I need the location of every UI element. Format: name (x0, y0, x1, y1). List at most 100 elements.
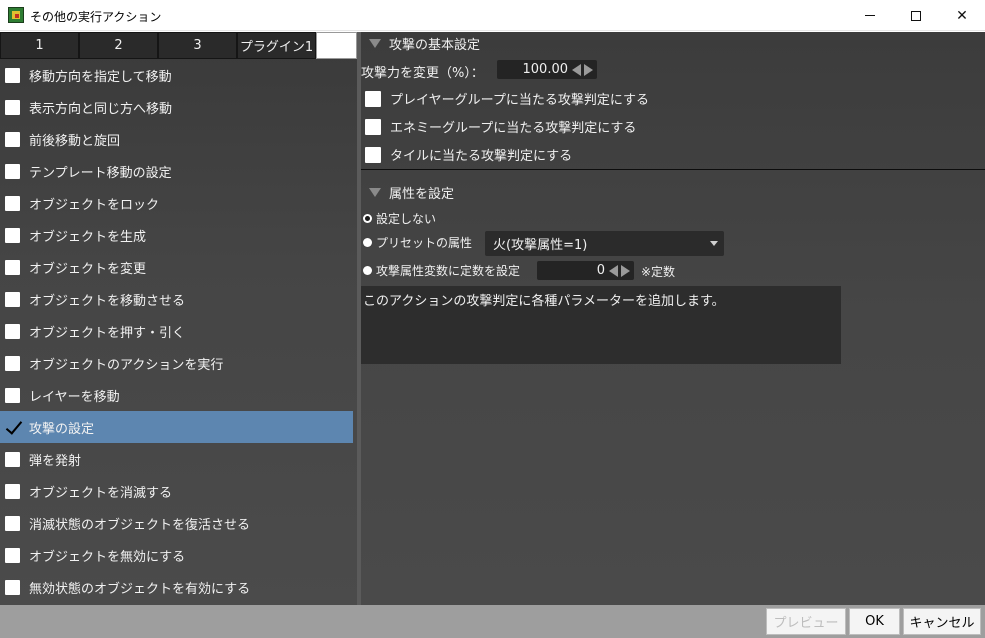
option-label: タイルに当たる攻撃判定にする (390, 149, 573, 164)
maximize-button[interactable] (893, 0, 939, 31)
tab-1[interactable]: 1 (0, 32, 79, 59)
action-item[interactable]: 無効状態のオブジェクトを有効にする (0, 571, 353, 603)
action-label: オブジェクトを無効にする (29, 549, 186, 565)
attribute-header[interactable]: 属性を設定 (369, 183, 454, 202)
variable-value[interactable]: 0 (537, 263, 609, 278)
tab-2[interactable]: 2 (79, 32, 158, 59)
checkbox[interactable] (5, 483, 20, 499)
action-item-selected[interactable]: 攻撃の設定 (0, 411, 353, 443)
action-item[interactable]: 表示方向と同じ方へ移動 (0, 91, 353, 123)
action-item[interactable]: 移動方向を指定して移動 (0, 59, 353, 91)
checkbox[interactable] (5, 387, 20, 403)
section-divider (361, 169, 985, 170)
action-label: レイヤーを移動 (29, 389, 120, 405)
checkbox[interactable] (5, 451, 20, 467)
close-button[interactable]: ✕ (939, 0, 985, 31)
action-label: オブジェクトを消滅する (29, 485, 173, 501)
minimize-button[interactable] (847, 0, 893, 31)
attack-power-value[interactable]: 100.00 (497, 62, 572, 77)
tab-plugin1[interactable]: プラグイン1 (237, 32, 316, 59)
radio-no-setting[interactable]: 設定しない (363, 210, 436, 227)
checkbox[interactable] (5, 515, 20, 531)
radio-variable[interactable]: 攻撃属性変数に定数を設定 (363, 262, 520, 279)
checkbox[interactable] (5, 227, 20, 243)
tile-option[interactable]: タイルに当たる攻撃判定にする (365, 145, 572, 164)
action-label: オブジェクトを変更 (29, 261, 147, 277)
tab-3[interactable]: 3 (158, 32, 237, 59)
action-item[interactable]: 消滅状態のオブジェクトを復活させる (0, 507, 353, 539)
player-group-option[interactable]: プレイヤーグループに当たる攻撃判定にする (365, 89, 649, 108)
minimize-icon (865, 15, 875, 16)
settings-panel: 攻撃の基本設定 攻撃力を変更（%）： 100.00 プレイヤーグループに当たる攻… (361, 32, 985, 605)
checkbox[interactable] (5, 99, 20, 115)
collapse-triangle-icon (369, 188, 381, 197)
dialog-body: 1 2 3 プラグイン1 移動方向を指定して移動 表示方向と同じ方へ移動 前後移… (0, 32, 985, 638)
action-label: 無効状態のオブジェクトを有効にする (29, 581, 251, 597)
decrement-arrow-icon[interactable] (572, 63, 581, 76)
enemy-group-option[interactable]: エネミーグループに当たる攻撃判定にする (365, 117, 636, 136)
action-label: テンプレート移動の設定 (29, 165, 172, 181)
checkbox[interactable] (5, 323, 20, 339)
action-label: 弾を発射 (29, 453, 82, 469)
action-item[interactable]: オブジェクトをロック (0, 187, 353, 219)
checkbox[interactable] (5, 579, 20, 595)
action-list: 移動方向を指定して移動 表示方向と同じ方へ移動 前後移動と旋回 テンプレート移動… (0, 59, 353, 603)
checkbox[interactable] (5, 131, 20, 147)
action-label: オブジェクトを生成 (29, 229, 147, 245)
attack-basic-header[interactable]: 攻撃の基本設定 (369, 34, 480, 53)
decrement-arrow-icon[interactable] (609, 264, 618, 277)
action-item[interactable]: オブジェクトを無効にする (0, 539, 353, 571)
checkbox[interactable] (5, 195, 20, 211)
checkbox[interactable] (5, 291, 20, 307)
app-icon (8, 7, 24, 23)
checkbox[interactable] (5, 67, 20, 83)
action-item[interactable]: レイヤーを移動 (0, 379, 353, 411)
action-label: オブジェクトのアクションを実行 (29, 357, 224, 373)
ok-button[interactable]: OK (849, 608, 900, 635)
select-value: 火(攻撃属性=1) (493, 238, 588, 253)
option-label: 設定しない (376, 212, 437, 226)
checkbox[interactable] (365, 146, 381, 163)
checkbox[interactable] (5, 547, 20, 563)
action-item[interactable]: テンプレート移動の設定 (0, 155, 353, 187)
option-label: プレイヤーグループに当たる攻撃判定にする (390, 93, 649, 108)
tab-bar: 1 2 3 プラグイン1 (0, 32, 357, 59)
action-item[interactable]: オブジェクトを生成 (0, 219, 353, 251)
action-item[interactable]: オブジェクトを押す・引く (0, 315, 353, 347)
cancel-button[interactable]: キャンセル (903, 608, 981, 635)
increment-arrow-icon[interactable] (621, 264, 630, 277)
action-item[interactable]: オブジェクトを変更 (0, 251, 353, 283)
radio-button-selected[interactable] (363, 214, 372, 223)
radio-preset[interactable]: プリセットの属性 (363, 234, 472, 251)
section-title: 属性を設定 (389, 187, 455, 202)
checkbox-checked[interactable] (5, 420, 20, 435)
increment-arrow-icon[interactable] (584, 63, 593, 76)
checkbox[interactable] (5, 355, 20, 371)
action-item[interactable]: 弾を発射 (0, 443, 353, 475)
action-label: オブジェクトをロック (29, 197, 160, 213)
checkbox[interactable] (365, 90, 381, 107)
option-label: 攻撃属性変数に定数を設定 (376, 264, 521, 278)
action-item[interactable]: オブジェクトを消滅する (0, 475, 353, 507)
action-item[interactable]: オブジェクトを移動させる (0, 283, 353, 315)
radio-button[interactable] (363, 266, 372, 275)
option-label: エネミーグループに当たる攻撃判定にする (390, 121, 637, 136)
preview-button[interactable]: プレビュー (766, 608, 846, 635)
checkbox[interactable] (365, 118, 381, 135)
action-label: 表示方向と同じ方へ移動 (29, 101, 173, 117)
action-label: 前後移動と旋回 (29, 133, 121, 149)
tab-spacer (316, 32, 357, 59)
action-item[interactable]: 前後移動と旋回 (0, 123, 353, 155)
action-item[interactable]: オブジェクトのアクションを実行 (0, 347, 353, 379)
radio-button[interactable] (363, 238, 372, 247)
checkbox[interactable] (5, 163, 20, 179)
description-box: このアクションの攻撃判定に各種パラメーターを追加します。 (361, 286, 841, 364)
checkbox[interactable] (5, 259, 20, 275)
button-bar: プレビュー OK キャンセル (0, 605, 985, 638)
preset-attribute-select[interactable]: 火(攻撃属性=1) (485, 231, 724, 256)
collapse-triangle-icon (369, 39, 381, 48)
title-bar: その他の実行アクション ✕ (0, 0, 985, 31)
action-label: オブジェクトを移動させる (29, 293, 186, 309)
attack-power-stepper[interactable]: 100.00 (497, 60, 597, 79)
variable-value-stepper[interactable]: 0 (537, 261, 634, 280)
